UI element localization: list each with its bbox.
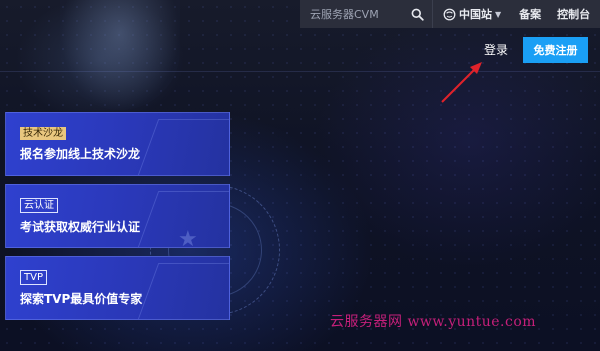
region-globe-icon [443,8,456,20]
red-arrow-annotation [441,62,482,103]
promo-card-salon[interactable]: 技术沙龙 报名参加线上技术沙龙 [5,112,230,176]
star-icon: ★ [178,227,198,252]
card-title: 报名参加线上技术沙龙 [20,147,141,161]
promo-card-tvp[interactable]: TVP 探索TVP最具价值专家 [5,256,230,320]
nav-beian-link[interactable]: 备案 [511,6,549,22]
watermark-text: 云服务器网 www.yuntue.com [330,314,537,330]
card-tag: 技术沙龙 [20,127,66,140]
header-divider [0,71,600,72]
search-icon[interactable] [411,8,424,21]
card-tag: 云认证 [20,198,58,213]
chevron-down-icon: ▼ [495,9,502,19]
search-input[interactable]: 云服务器CVM [310,6,379,22]
register-button[interactable]: 免费注册 [523,37,588,63]
nav-console-link[interactable]: 控制台 [549,6,598,22]
region-selector[interactable]: 中国站 ▼ [433,0,511,28]
login-link[interactable]: 登录 [484,41,508,58]
search-box[interactable]: 云服务器CVM [300,0,433,28]
top-nav-bar: 云服务器CVM 中国站 ▼ 备案 控制台 [300,0,600,28]
region-label: 中国站 [459,8,492,21]
card-title: 探索TVP最具价值专家 [20,292,143,306]
card-tag: TVP [20,270,47,285]
